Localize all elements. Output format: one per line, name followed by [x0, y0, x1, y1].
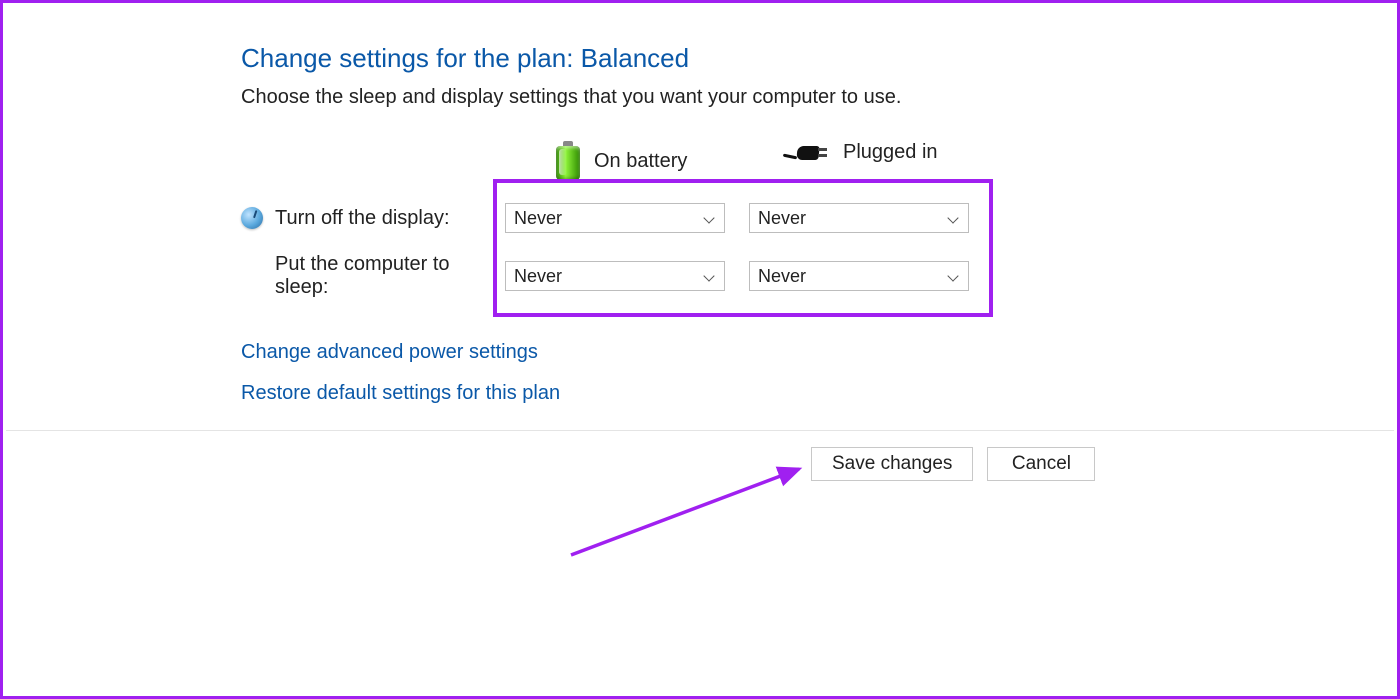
chevron-down-icon	[704, 270, 716, 282]
column-header-plugged-label: Plugged in	[843, 141, 938, 164]
row-sleep: Put the computer to sleep: Never Never	[241, 247, 1141, 305]
chevron-down-icon	[948, 270, 960, 282]
save-changes-button[interactable]: Save changes	[811, 447, 973, 481]
sleep-battery-dropdown[interactable]: Never	[505, 261, 725, 291]
row-turn-off-display: Turn off the display: Never Never	[241, 189, 1141, 247]
moon-icon	[241, 265, 263, 287]
footer-separator	[6, 430, 1394, 431]
advanced-settings-link[interactable]: Change advanced power settings	[241, 341, 538, 364]
sleep-battery-value: Never	[514, 266, 562, 287]
power-plan-settings-window: Change settings for the plan: Balanced C…	[0, 0, 1400, 699]
sleep-plugged-dropdown[interactable]: Never	[749, 261, 969, 291]
page-subtitle: Choose the sleep and display settings th…	[241, 86, 1141, 109]
row-label-display: Turn off the display:	[275, 207, 505, 230]
display-plugged-value: Never	[758, 208, 806, 229]
restore-defaults-link[interactable]: Restore default settings for this plan	[241, 382, 560, 405]
column-headers: On battery Plugged in	[241, 139, 1141, 189]
display-battery-value: Never	[514, 208, 562, 229]
column-header-plugged: Plugged in	[785, 141, 938, 164]
chevron-down-icon	[704, 212, 716, 224]
chevron-down-icon	[948, 212, 960, 224]
sleep-icon-cell	[241, 265, 275, 287]
main-content: Change settings for the plan: Balanced C…	[241, 43, 1141, 423]
display-plugged-dropdown[interactable]: Never	[749, 203, 969, 233]
column-header-battery: On battery	[556, 141, 687, 181]
links-section: Change advanced power settings Restore d…	[241, 341, 1141, 405]
display-icon-cell	[241, 207, 275, 229]
display-battery-dropdown[interactable]: Never	[505, 203, 725, 233]
display-clock-icon	[241, 207, 263, 229]
plug-icon	[785, 142, 829, 164]
footer-buttons: Save changes Cancel	[3, 447, 1397, 481]
row-label-sleep: Put the computer to sleep:	[275, 253, 505, 299]
sleep-plugged-value: Never	[758, 266, 806, 287]
column-header-battery-label: On battery	[594, 150, 687, 173]
cancel-button[interactable]: Cancel	[987, 447, 1095, 481]
battery-icon	[556, 141, 580, 181]
page-title: Change settings for the plan: Balanced	[241, 43, 1141, 74]
